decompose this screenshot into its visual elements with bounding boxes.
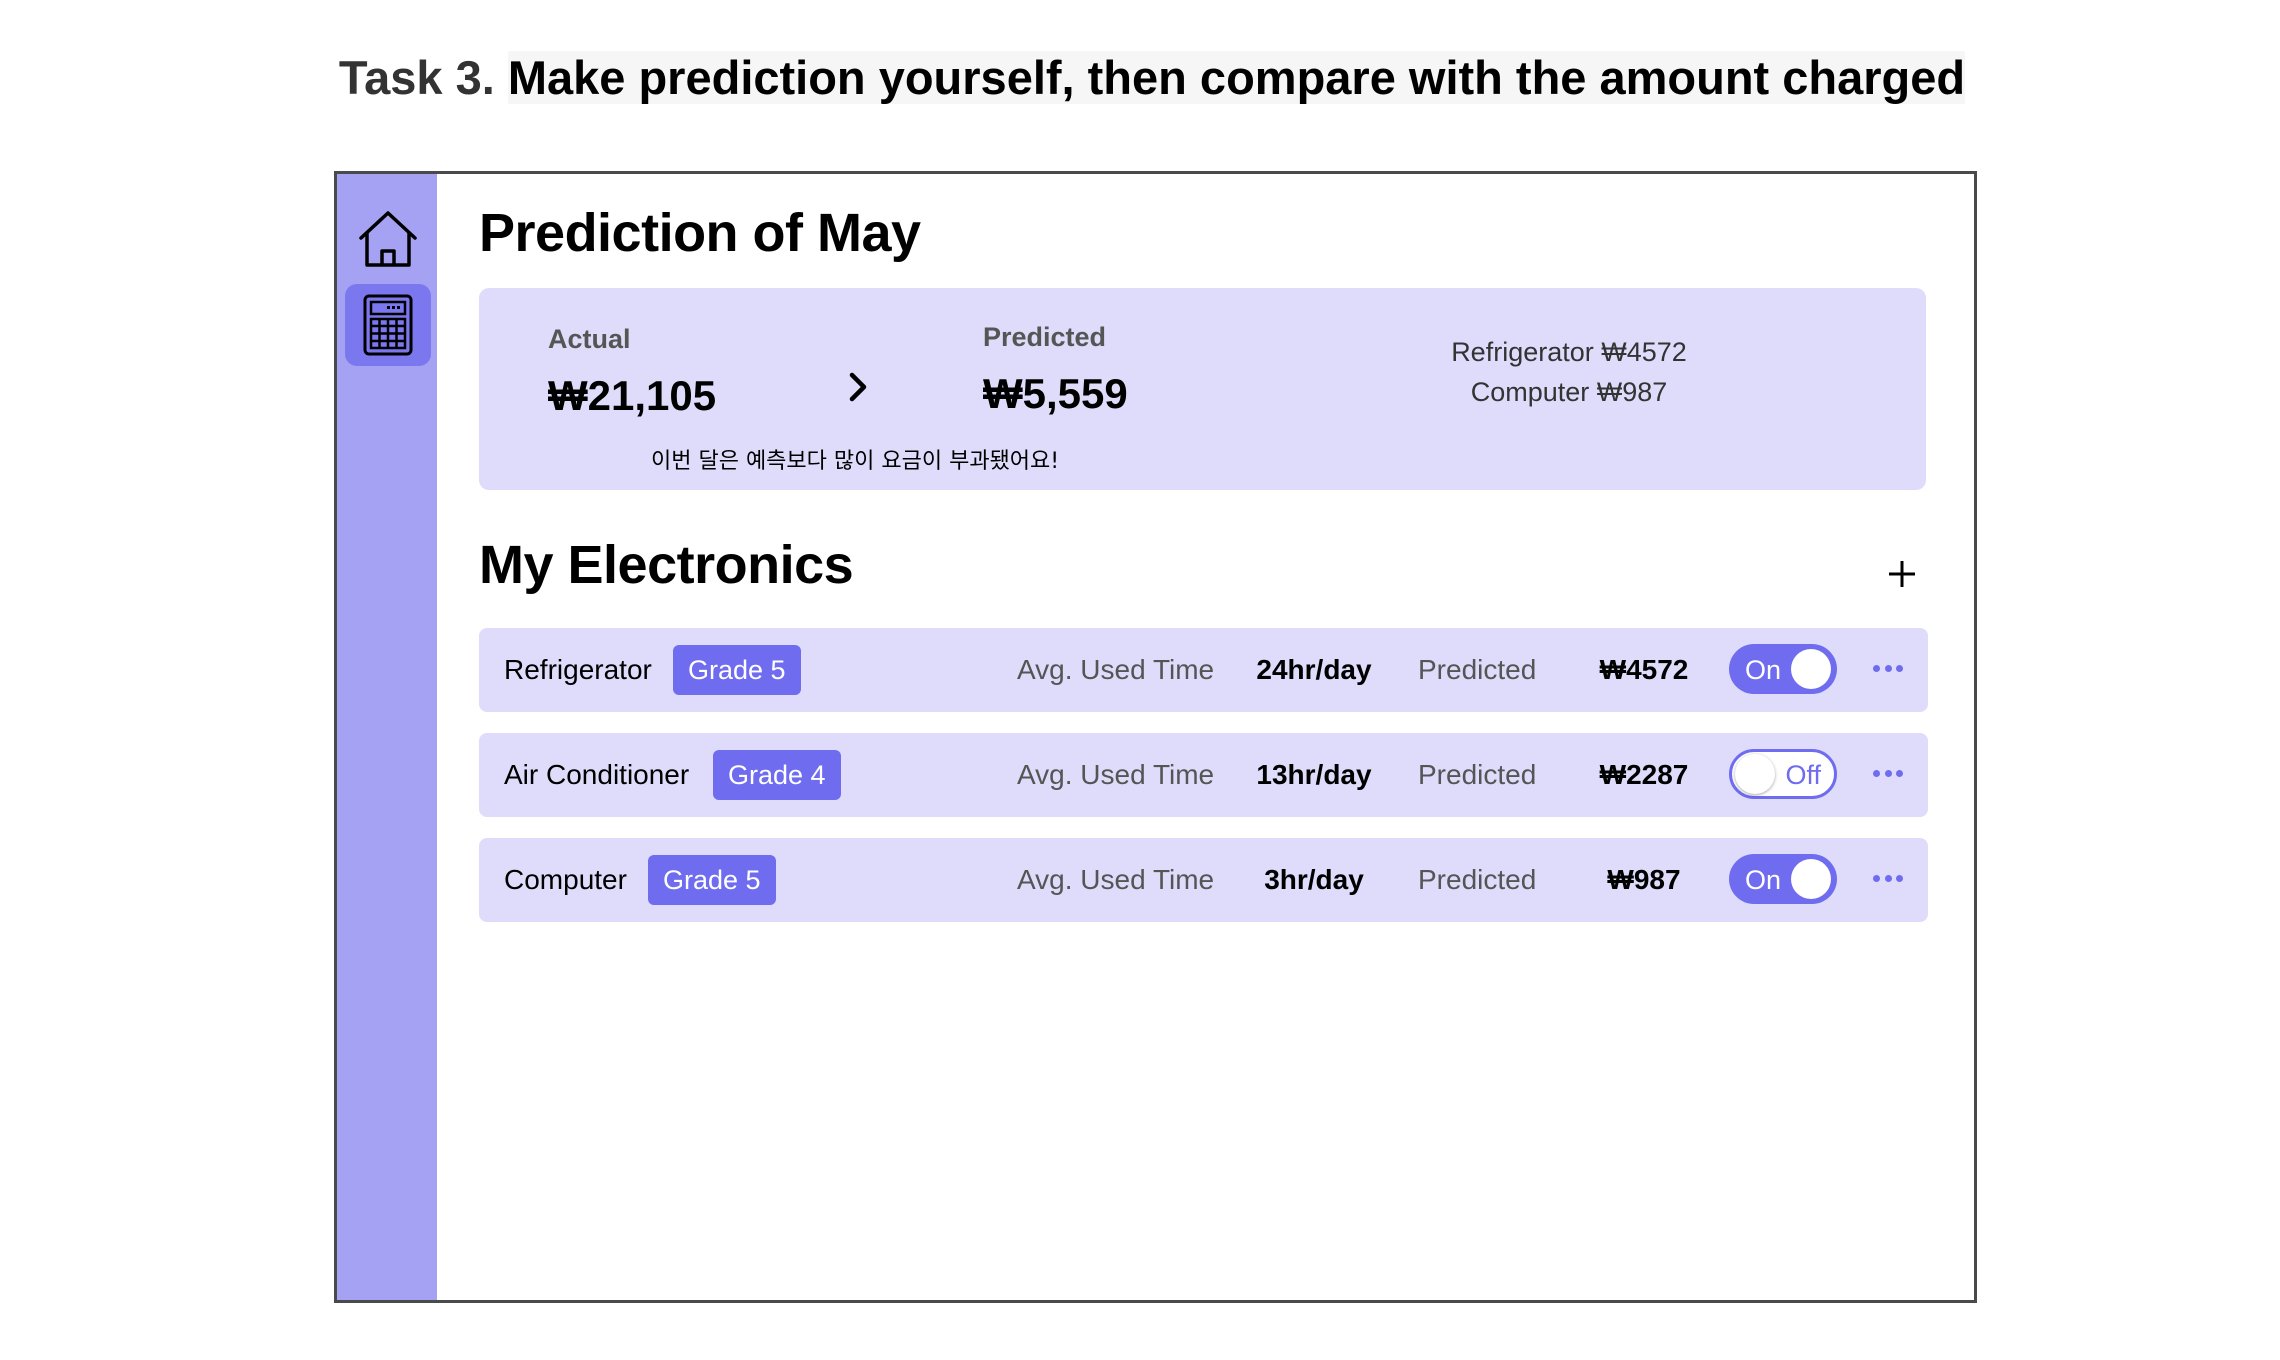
plus-icon	[1889, 561, 1915, 587]
avg-used-time-value: 24hr/day	[1256, 654, 1372, 685]
grade-badge: Grade 5	[648, 855, 776, 905]
more-options-icon[interactable]	[1873, 664, 1903, 674]
grade-badge: Grade 4	[713, 750, 841, 800]
toggle-label: On	[1745, 655, 1782, 685]
calculator-icon	[363, 294, 413, 356]
device-row-computer: Computer Grade 5 Avg. Used Time 3hr/day …	[479, 838, 1928, 922]
app-window: Prediction of May Actual ₩21,105 Predict…	[334, 171, 1977, 1303]
more-options-icon[interactable]	[1873, 769, 1903, 779]
add-device-button[interactable]	[1877, 549, 1927, 599]
avg-used-time-value: 13hr/day	[1256, 759, 1372, 790]
device-name: Air Conditioner	[504, 759, 690, 790]
toggle-knob	[1735, 754, 1775, 794]
main-content: Prediction of May Actual ₩21,105 Predict…	[437, 174, 1974, 1300]
predicted-label: Predicted	[1418, 654, 1537, 685]
toggle-label: Off	[1785, 760, 1821, 790]
predicted-value: ₩5,559	[983, 370, 1128, 417]
grade-badge: Grade 5	[673, 645, 801, 695]
task-title: Task 3. Make prediction yourself, then c…	[0, 50, 2280, 105]
breakdown-item: Refrigerator ₩4572	[1451, 337, 1687, 367]
task-number: Task 3.	[338, 51, 495, 104]
device-row-refrigerator: Refrigerator Grade 5 Avg. Used Time 24hr…	[479, 628, 1928, 712]
predicted-label: Predicted	[983, 322, 1107, 352]
actual-label: Actual	[548, 324, 631, 354]
more-options-icon[interactable]	[1873, 874, 1903, 884]
predicted-value: ₩987	[1607, 864, 1681, 895]
prediction-note: 이번 달은 예측보다 많이 요금이 부과됐어요!	[651, 449, 1060, 474]
predicted-value: ₩4572	[1599, 654, 1689, 685]
home-icon	[359, 211, 417, 267]
device-name: Refrigerator	[504, 654, 652, 685]
predicted-label: Predicted	[1418, 759, 1537, 790]
chevron-right-icon	[847, 368, 869, 413]
sidebar	[337, 174, 437, 1300]
task-text: Make prediction yourself, then compare w…	[507, 51, 1966, 104]
sidebar-item-calculator[interactable]	[345, 284, 431, 366]
toggle-label: On	[1745, 865, 1782, 895]
power-toggle[interactable]: Off	[1729, 749, 1837, 799]
toggle-knob	[1791, 649, 1831, 689]
electronics-title: My Electronics	[479, 535, 854, 595]
toggle-knob	[1791, 859, 1831, 899]
device-row-air-conditioner: Air Conditioner Grade 4 Avg. Used Time 1…	[479, 733, 1928, 817]
predicted-value: ₩2287	[1599, 759, 1689, 790]
prediction-title: Prediction of May	[479, 203, 921, 263]
prediction-breakdown: Refrigerator ₩4572 Computer ₩987	[1399, 332, 1739, 412]
predicted-label: Predicted	[1418, 864, 1537, 895]
avg-used-time-label: Avg. Used Time	[1017, 759, 1215, 790]
device-name: Computer	[504, 864, 627, 895]
power-toggle[interactable]: On	[1729, 644, 1837, 694]
sidebar-item-home[interactable]	[345, 198, 431, 280]
prediction-summary-card: Actual ₩21,105 Predicted ₩5,559 이번 달은 예측…	[479, 288, 1926, 490]
avg-used-time-label: Avg. Used Time	[1017, 864, 1215, 895]
actual-value: ₩21,105	[548, 372, 717, 419]
breakdown-item: Computer ₩987	[1470, 377, 1668, 407]
power-toggle[interactable]: On	[1729, 854, 1837, 904]
avg-used-time-value: 3hr/day	[1264, 864, 1364, 895]
avg-used-time-label: Avg. Used Time	[1017, 654, 1215, 685]
